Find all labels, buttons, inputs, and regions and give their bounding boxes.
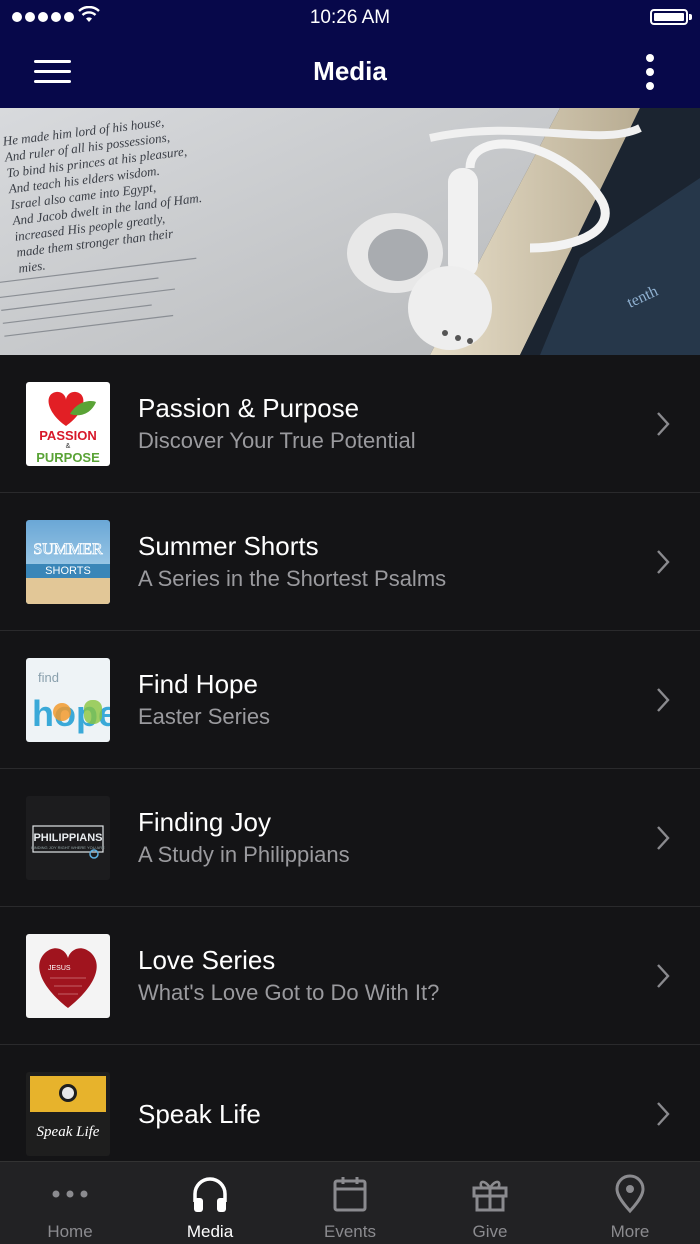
svg-text:FINDING JOY RIGHT WHERE YOU AR: FINDING JOY RIGHT WHERE YOU ARE xyxy=(31,845,105,850)
tab-label: Media xyxy=(186,1222,234,1241)
svg-text:SUMMER: SUMMER xyxy=(33,541,103,558)
list-item[interactable]: SUMMER SHORTS Summer Shorts A Series in … xyxy=(0,493,700,631)
series-thumbnail: PHILIPPIANS FINDING JOY RIGHT WHERE YOU … xyxy=(26,796,110,880)
media-series-list: PASSION & PURPOSE Passion & Purpose Disc… xyxy=(0,355,700,1183)
page-title: Media xyxy=(313,56,387,86)
svg-text:JESUS: JESUS xyxy=(48,965,71,972)
calendar-icon xyxy=(333,1177,367,1212)
tab-label: Give xyxy=(472,1222,508,1241)
series-subtitle: What's Love Got to Do With It? xyxy=(138,980,440,1005)
series-title: Summer Shorts xyxy=(138,531,319,561)
tab-home[interactable]: Home xyxy=(0,1162,140,1244)
tab-label: Events xyxy=(324,1222,376,1241)
series-title: Speak Life xyxy=(138,1099,261,1129)
list-item[interactable]: PHILIPPIANS FINDING JOY RIGHT WHERE YOU … xyxy=(0,769,700,907)
tab-events[interactable]: Events xyxy=(280,1162,420,1244)
svg-text:Speak Life: Speak Life xyxy=(37,1124,100,1140)
chevron-right-icon xyxy=(657,1102,670,1126)
chevron-right-icon xyxy=(657,688,670,712)
series-subtitle: A Series in the Shortest Psalms xyxy=(138,566,447,591)
chevron-right-icon xyxy=(657,964,670,988)
tab-more[interactable]: More xyxy=(560,1162,700,1244)
status-time: 10:26 AM xyxy=(309,7,391,28)
tab-label: More xyxy=(610,1222,650,1241)
series-title: Passion & Purpose xyxy=(138,393,360,423)
svg-text:find: find xyxy=(38,670,59,685)
series-subtitle: A Study in Philippians xyxy=(138,842,350,867)
svg-text:PASSION: PASSION xyxy=(39,428,97,443)
series-title: Love Series xyxy=(138,945,276,975)
tab-media[interactable]: Media xyxy=(140,1162,280,1244)
location-pin-icon xyxy=(615,1174,645,1214)
svg-text:PHILIPPIANS: PHILIPPIANS xyxy=(33,832,102,844)
series-thumbnail: JESUS xyxy=(26,934,110,1018)
series-title: Finding Joy xyxy=(138,807,271,837)
series-thumbnail: find hope xyxy=(26,658,110,742)
top-bar: 10:26 AM Media xyxy=(0,0,700,108)
svg-text:PURPOSE: PURPOSE xyxy=(36,450,100,465)
headphones-icon xyxy=(193,1177,227,1212)
tab-give[interactable]: Give xyxy=(420,1162,560,1244)
chevron-right-icon xyxy=(657,412,670,436)
series-subtitle: Easter Series xyxy=(138,704,271,729)
hero-image: tenth He made him lord of his house, And… xyxy=(0,108,700,355)
series-thumbnail: SUMMER SHORTS xyxy=(26,520,110,604)
series-thumbnail: Speak Life xyxy=(26,1072,110,1156)
series-thumbnail: PASSION & PURPOSE xyxy=(26,382,110,466)
status-bar: 10:26 AM xyxy=(0,0,700,36)
tab-label: Home xyxy=(47,1222,93,1241)
list-item[interactable]: find hope Find Hope Easter Series xyxy=(0,631,700,769)
series-title: Find Hope xyxy=(138,669,258,699)
list-item[interactable]: PASSION & PURPOSE Passion & Purpose Disc… xyxy=(0,355,700,493)
nav-bar: Media xyxy=(0,36,700,108)
list-item[interactable]: JESUS Love Series What's Love Got to Do … xyxy=(0,907,700,1045)
chevron-right-icon xyxy=(657,826,670,850)
more-dots-icon xyxy=(52,1190,88,1198)
gift-icon xyxy=(472,1180,508,1212)
battery-icon xyxy=(650,9,692,25)
tab-bar: Home Media Events Give More xyxy=(0,1161,700,1244)
overflow-menu-icon[interactable] xyxy=(640,54,660,90)
series-subtitle: Discover Your True Potential xyxy=(138,428,416,453)
svg-text:&: & xyxy=(66,443,71,450)
chevron-right-icon xyxy=(657,550,670,574)
svg-text:SHORTS: SHORTS xyxy=(45,565,91,577)
